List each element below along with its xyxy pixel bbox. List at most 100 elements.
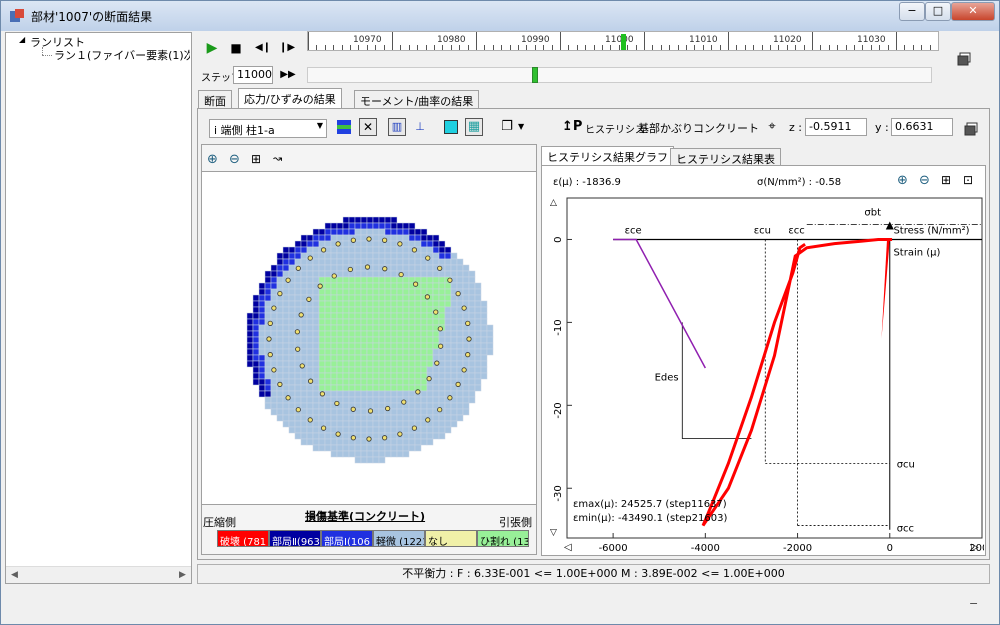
export-icon[interactable] — [963, 121, 979, 137]
legend-title: 損傷基準(コンクリート) — [305, 510, 426, 523]
graph-frame-icon[interactable]: ⊡ — [963, 173, 973, 187]
eps-min-readout: εmin(μ): -43490.1 (step21603) — [573, 513, 728, 524]
hysteresis-icon[interactable]: ↥P — [561, 118, 582, 136]
z-field[interactable]: -0.5911 — [805, 118, 867, 136]
graph-fit-icon[interactable]: ⊞ — [941, 173, 951, 187]
rebar-fiber — [307, 255, 313, 261]
ruler-tick — [929, 45, 931, 50]
graph-zoom-in-icon[interactable]: ⊕ — [897, 173, 908, 188]
tab-hysteresis-graph[interactable]: ヒステリシス結果グラフ — [541, 146, 674, 167]
ruler-tick — [660, 45, 662, 50]
ruler-tick — [761, 45, 763, 50]
rebar-fiber — [308, 378, 314, 384]
close-button[interactable]: ✕ — [951, 2, 995, 21]
step-slider-thumb[interactable] — [532, 67, 538, 83]
ruler-label: 10980 — [437, 35, 466, 45]
scroll-left-icon[interactable]: ◀ — [6, 567, 23, 584]
rebar-fiber — [425, 255, 431, 261]
ruler-tick — [366, 45, 368, 50]
tab-section[interactable]: 断面 — [198, 90, 232, 109]
label-edes: Edes — [655, 372, 679, 383]
rebar-fiber — [461, 367, 467, 373]
ruler-tick — [476, 32, 477, 50]
ruler-tick — [526, 45, 528, 50]
tree-horizontal-scrollbar[interactable]: ◀ ▶ — [6, 566, 191, 583]
x-tick-label: 2000 — [969, 543, 984, 554]
ruler-tick — [828, 45, 830, 50]
ruler-tick — [501, 45, 503, 50]
tab-moment-curvature[interactable]: モーメント/曲率の結果 — [354, 90, 480, 109]
ruler-tick — [518, 45, 519, 50]
ruler-tick — [879, 45, 881, 50]
pan-icon[interactable]: ↝ — [273, 152, 282, 165]
mesh-view-icon[interactable]: ✕ — [359, 118, 377, 136]
fiber-grid — [246, 216, 494, 464]
copy-icon[interactable]: ❐ — [498, 118, 516, 136]
ruler-tick — [316, 45, 318, 50]
ruler-tick — [324, 45, 326, 50]
zoom-in-icon[interactable]: ⊕ — [207, 152, 218, 167]
pick-point-icon[interactable]: ⌖ — [763, 118, 781, 136]
fit-view-icon[interactable]: ⊞ — [251, 152, 261, 166]
zoom-out-icon[interactable]: ⊖ — [229, 152, 240, 167]
ruler-tick — [921, 45, 923, 50]
step-back-button[interactable]: ◀❙ — [253, 38, 273, 58]
rebar-fiber — [295, 407, 301, 413]
x-tick-label: -4000 — [691, 543, 720, 554]
ruler-tick — [744, 45, 746, 50]
rebar-fiber — [411, 247, 417, 253]
rebar-fiber — [271, 367, 277, 373]
y-field[interactable]: 0.6631 — [891, 118, 953, 136]
step-slider-track[interactable] — [307, 67, 932, 83]
rebar-fiber — [267, 320, 273, 326]
graph-zoom-out-icon[interactable]: ⊖ — [919, 173, 930, 188]
play-button[interactable]: ▶ — [202, 38, 222, 58]
rebar-fiber — [350, 406, 356, 412]
ruler-tick — [358, 45, 360, 50]
ruler-label: 11020 — [773, 35, 802, 45]
resize-grip-icon[interactable]: − — [969, 597, 978, 610]
bar-chart-icon[interactable]: ▥ — [388, 118, 406, 136]
ruler-tick — [728, 32, 729, 50]
ruler-tick — [484, 45, 486, 50]
rebar-fiber — [266, 336, 272, 342]
step-ruler[interactable]: 1097010980109901100011010110201103011040 — [307, 31, 939, 51]
compression-label: 圧縮側 — [203, 516, 236, 529]
section-fiber-map[interactable] — [202, 172, 536, 506]
ruler-tick — [803, 45, 805, 50]
histogram-icon[interactable]: ⊥ — [411, 118, 429, 136]
cyan-square-icon[interactable] — [444, 120, 458, 134]
ruler-tick — [576, 45, 578, 50]
ruler-tick — [887, 45, 889, 50]
label-scu: σcu — [897, 460, 915, 471]
tree-run-1[interactable]: ラン１(ファイバー要素(1)次 — [54, 47, 190, 63]
grid-view-icon[interactable]: ▦ — [465, 118, 483, 136]
ruler-tick — [585, 45, 587, 50]
sigma-readout: σ(N/mm²) : -0.58 — [757, 177, 842, 188]
tab-stress-strain[interactable]: 応力/ひずみの結果 — [238, 88, 342, 109]
step-forward-button[interactable]: ❙▶ — [277, 38, 297, 58]
label-ece: εce — [625, 225, 642, 236]
jump-end-button[interactable]: ▶▶ — [278, 65, 298, 85]
ruler-tick — [812, 32, 813, 50]
tree-expand-icon[interactable]: ◢ — [19, 35, 25, 44]
copy-dropdown-icon[interactable]: ▼ — [518, 122, 524, 131]
scroll-right-icon[interactable]: ▶ — [174, 567, 191, 584]
window-restore-icon[interactable] — [956, 51, 972, 67]
ruler-tick — [795, 45, 797, 50]
x-tick-label: -6000 — [599, 543, 628, 554]
legend-item: 部局Ⅱ(963 — [269, 530, 321, 547]
color-map-icon[interactable] — [337, 120, 351, 134]
maximize-button[interactable]: □ — [925, 2, 951, 21]
ruler-tick — [417, 45, 419, 50]
ruler-tick — [770, 45, 771, 50]
member-select[interactable]: i 端側 柱1-a ▼ — [209, 119, 327, 138]
rebar-fiber — [307, 417, 313, 423]
stop-button[interactable]: ■ — [226, 38, 246, 58]
section-canvas — [202, 171, 536, 505]
step-input[interactable]: 11000 — [233, 66, 273, 84]
rebar-fiber — [350, 237, 356, 243]
ruler-tick — [467, 45, 469, 50]
minimize-button[interactable]: − — [899, 2, 925, 21]
ruler-tick — [509, 45, 511, 50]
